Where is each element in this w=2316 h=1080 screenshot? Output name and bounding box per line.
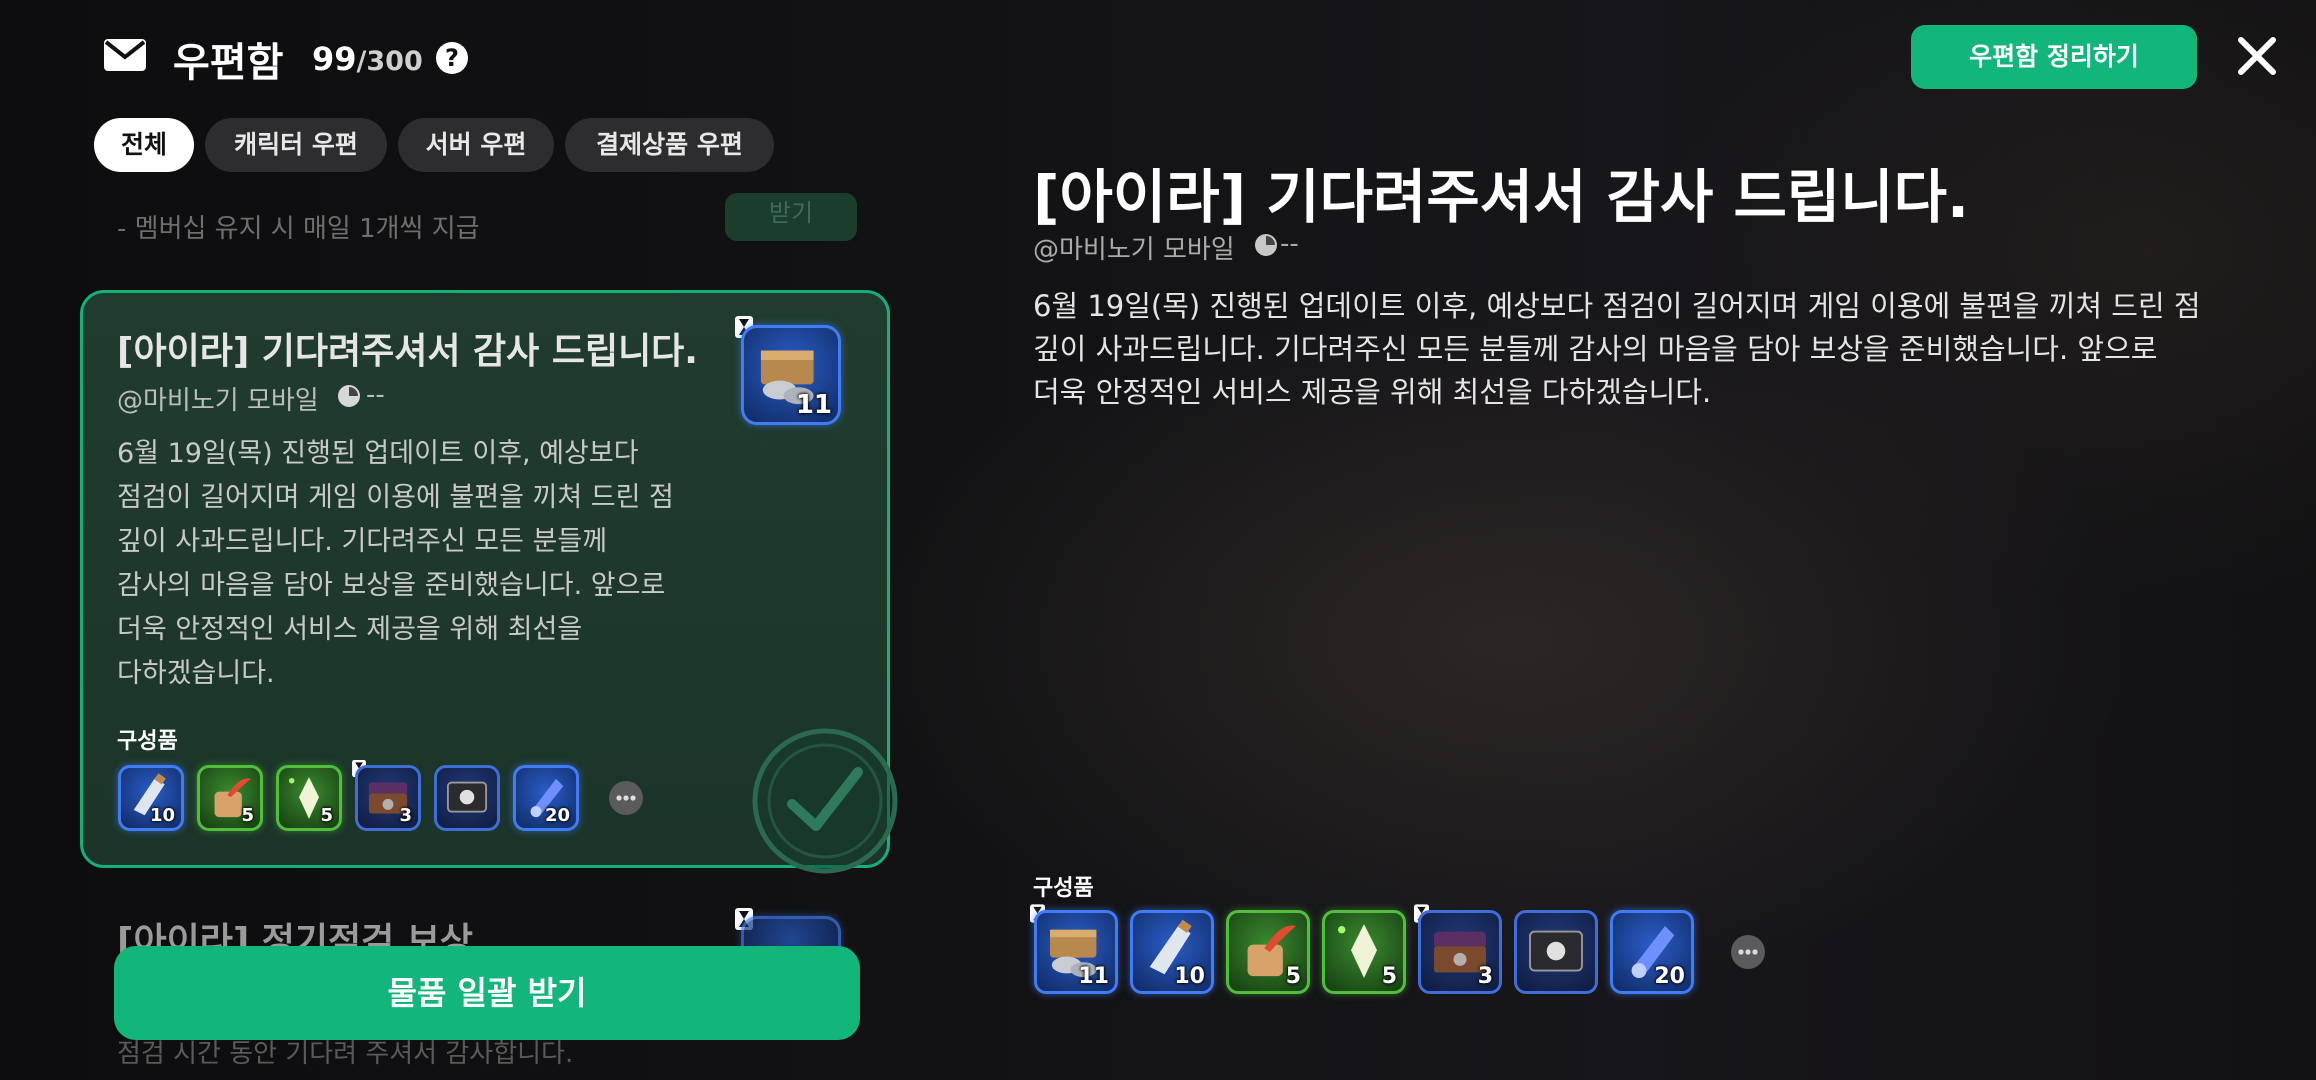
detail-reward-item[interactable]: 10 (1130, 910, 1214, 994)
clock-icon (338, 385, 360, 407)
detail-components-label: 구성품 (1033, 876, 1094, 901)
card-pack-icon (1529, 930, 1583, 972)
page-title: 우편함 (173, 40, 284, 86)
reward-item[interactable]: 5 (197, 765, 263, 831)
card-pack-icon (447, 781, 487, 813)
tab-all[interactable]: 전체 (94, 118, 194, 172)
mail-card-title: [아이라] 기다려주셔서 감사 드립니다. (117, 331, 698, 372)
detail-reward-item[interactable]: 5 (1322, 910, 1406, 994)
selected-check-icon (752, 728, 898, 874)
mail-count: 99/300 (312, 40, 423, 78)
tab-character-mail[interactable]: 캐릭터 우편 (205, 118, 387, 172)
components-label: 구성품 (117, 729, 178, 754)
detail-reward-item[interactable]: 5 (1226, 910, 1310, 994)
more-items-icon[interactable] (609, 781, 643, 815)
reward-item[interactable] (434, 765, 500, 831)
reward-thumbnail: 11 (741, 325, 841, 425)
reward-item[interactable]: 5 (276, 765, 342, 831)
detail-reward-item[interactable] (1514, 910, 1598, 994)
mail-card-body: 6월 19일(목) 진행된 업데이트 이후, 예상보다 점검이 길어지며 게임 … (117, 438, 674, 689)
previous-mail-snippet: - 멤버십 유지 시 매일 1개씩 지급 (117, 214, 480, 244)
reward-item[interactable]: 3 (355, 765, 421, 831)
clock-icon (1255, 234, 1277, 256)
mail-icon (104, 39, 146, 71)
previous-mail-receive-button[interactable]: 받기 (725, 193, 857, 241)
tab-server-mail[interactable]: 서버 우편 (398, 118, 554, 172)
help-icon[interactable]: ? (436, 42, 468, 74)
mail-card-sender: @마비노기 모바일 (117, 386, 319, 416)
tab-purchase-mail[interactable]: 결제상품 우편 (565, 118, 774, 172)
close-icon[interactable] (2233, 32, 2281, 80)
claim-all-button[interactable]: 물품 일괄 받기 (114, 946, 860, 1040)
detail-body: 6월 19일(목) 진행된 업데이트 이후, 예상보다 점검이 길어지며 게임 … (1033, 289, 2201, 409)
detail-reward-item[interactable]: 3 (1418, 910, 1502, 994)
detail-reward-item[interactable]: 11 (1034, 910, 1118, 994)
detail-more-items-icon[interactable] (1731, 935, 1765, 969)
mail-card-time: -- (366, 380, 385, 410)
reward-item[interactable]: 20 (513, 765, 579, 831)
organize-mailbox-button[interactable]: 우편함 정리하기 (1911, 25, 2197, 89)
detail-sender: @마비노기 모바일 (1033, 235, 1235, 265)
detail-time: -- (1280, 229, 1299, 259)
detail-title: [아이라] 기다려주셔서 감사 드립니다. (1033, 163, 1970, 231)
detail-reward-item[interactable]: 20 (1610, 910, 1694, 994)
reward-item[interactable]: 10 (118, 765, 184, 831)
